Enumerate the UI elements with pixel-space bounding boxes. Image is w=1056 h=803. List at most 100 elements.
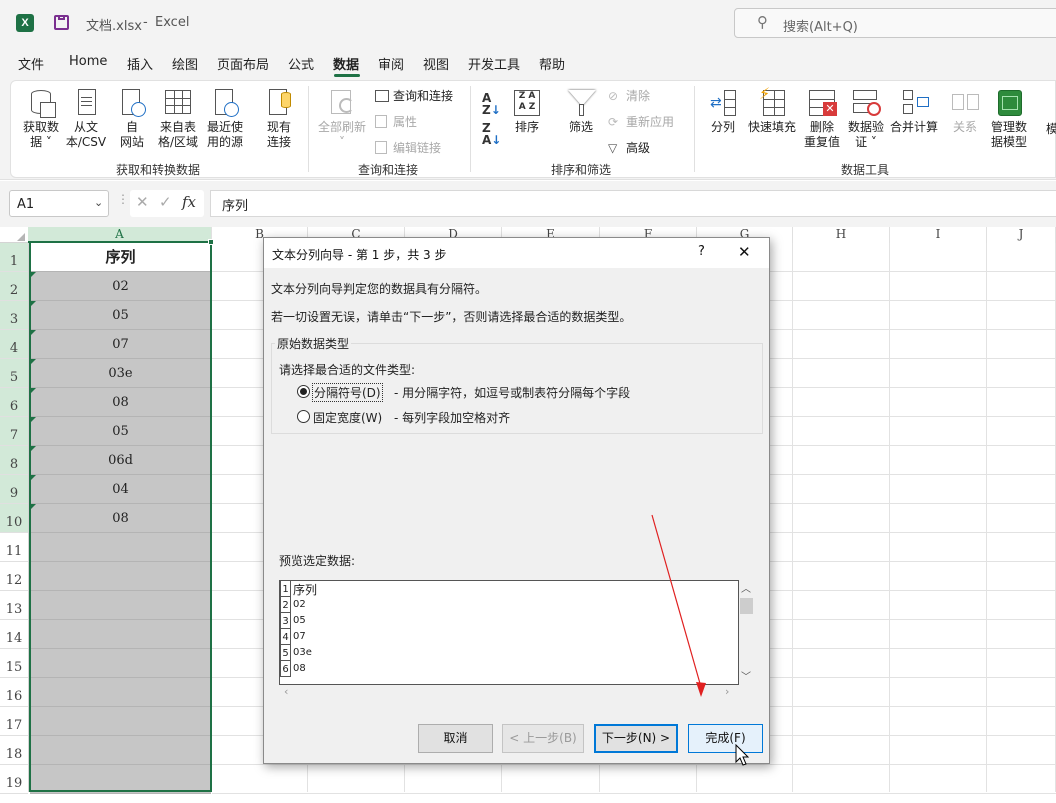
insert-function-icon[interactable]: fx bbox=[182, 193, 196, 211]
row-header[interactable]: 6 bbox=[0, 388, 28, 417]
row-header[interactable]: 18 bbox=[0, 736, 28, 765]
cancel-x-icon[interactable]: ✕ bbox=[136, 193, 149, 211]
row-header[interactable]: 1 bbox=[0, 243, 28, 272]
tab-insert[interactable]: 插入 bbox=[127, 54, 153, 73]
refresh-all-button[interactable]: 全部刷新 ˅ bbox=[316, 88, 368, 150]
save-icon[interactable] bbox=[54, 15, 69, 30]
name-box-value: A1 bbox=[17, 197, 35, 212]
confirm-check-icon[interactable]: ✓ bbox=[159, 193, 172, 211]
recent-sources-button[interactable]: 最近使 用的源 bbox=[204, 88, 246, 150]
from-table-button[interactable]: 来自表 格/区域 bbox=[156, 88, 200, 150]
text-to-columns-icon: ⇄ bbox=[708, 88, 738, 118]
preview-row-number: 5 bbox=[280, 645, 291, 661]
manage-data-model-button[interactable]: 管理数 据模型 bbox=[988, 88, 1030, 150]
row-header[interactable]: 7 bbox=[0, 417, 28, 446]
scroll-thumb[interactable] bbox=[740, 598, 753, 614]
sort-za-icon[interactable]: Z A↓ bbox=[482, 122, 501, 146]
advanced-filter-button[interactable]: ▽ 高级 bbox=[608, 139, 650, 156]
name-box[interactable]: A1 ⌄ bbox=[9, 190, 109, 217]
get-data-button[interactable]: 获取数 据 ˅ bbox=[20, 88, 62, 150]
existing-connections-button[interactable]: 现有 连接 bbox=[262, 88, 296, 150]
preview-row-text: 08 bbox=[293, 663, 306, 674]
preview-vscrollbar[interactable]: ︿ ﹀ bbox=[739, 580, 754, 685]
from-web-button[interactable]: 自 网站 bbox=[114, 88, 150, 150]
tab-help[interactable]: 帮助 bbox=[539, 54, 565, 73]
formula-input[interactable]: 序列 bbox=[210, 190, 1056, 217]
row-header[interactable]: 2 bbox=[0, 272, 28, 301]
sort-button[interactable]: Z AA Z 排序 bbox=[510, 88, 544, 135]
queries-connections-button[interactable]: 查询和连接 bbox=[375, 87, 453, 104]
groupbox-label: 原始数据类型 bbox=[275, 335, 352, 352]
from-text-csv-button[interactable]: 从文 本/CSV bbox=[64, 88, 108, 150]
preview-row-number: 4 bbox=[280, 629, 291, 645]
scroll-right-icon[interactable]: › bbox=[725, 685, 729, 698]
preview-row-text: 07 bbox=[293, 631, 306, 642]
tab-data[interactable]: 数据 bbox=[333, 54, 359, 73]
data-validation-button[interactable]: 数据验 证 ˅ bbox=[846, 88, 886, 150]
relationships-button[interactable]: 关系 bbox=[948, 88, 982, 135]
row-header[interactable]: 11 bbox=[0, 533, 28, 562]
search-icon: ⚲ bbox=[757, 13, 768, 31]
row-header[interactable]: 9 bbox=[0, 475, 28, 504]
next-button[interactable]: 下一步(N) > bbox=[594, 724, 678, 753]
close-icon[interactable]: ✕ bbox=[738, 243, 751, 261]
row-header[interactable]: 4 bbox=[0, 330, 28, 359]
row-header[interactable]: 13 bbox=[0, 591, 28, 620]
row-header[interactable]: 12 bbox=[0, 562, 28, 591]
text-to-columns-button[interactable]: ⇄ 分列 bbox=[706, 88, 740, 135]
gridline-horizontal bbox=[212, 793, 1056, 794]
filter-button[interactable]: 筛选 bbox=[564, 88, 598, 135]
row-header[interactable]: 3 bbox=[0, 301, 28, 330]
search-box[interactable]: ⚲ 搜索(Alt+Q) bbox=[734, 8, 1056, 38]
scroll-left-icon[interactable]: ‹ bbox=[284, 685, 288, 698]
consolidate-button[interactable]: 合并计算 bbox=[888, 88, 940, 135]
scroll-down-icon[interactable]: ﹀ bbox=[741, 668, 751, 683]
row-header[interactable]: 5 bbox=[0, 359, 28, 388]
selection-handle[interactable] bbox=[208, 239, 214, 245]
edit-links-button[interactable]: 编辑链接 bbox=[375, 139, 441, 156]
tab-draw[interactable]: 绘图 bbox=[172, 54, 198, 73]
fixed-width-label[interactable]: 固定宽度(W) bbox=[313, 409, 382, 426]
ribbon-cutoff-label: 模 bbox=[1046, 122, 1056, 136]
tab-developer[interactable]: 开发工具 bbox=[468, 54, 520, 73]
row-header[interactable]: 16 bbox=[0, 678, 28, 707]
scroll-up-icon[interactable]: ︿ bbox=[741, 580, 751, 595]
group-separator bbox=[470, 86, 471, 172]
clear-filter-button[interactable]: ⊘ 清除 bbox=[608, 87, 650, 104]
row-header[interactable]: 10 bbox=[0, 504, 28, 533]
row-header[interactable]: 17 bbox=[0, 707, 28, 736]
preview-row-text: 03e bbox=[293, 647, 312, 658]
sort-az-icon[interactable]: A Z↓ bbox=[482, 92, 501, 116]
row-header[interactable]: 15 bbox=[0, 649, 28, 678]
queries-icon bbox=[375, 90, 389, 102]
tab-page-layout[interactable]: 页面布局 bbox=[217, 54, 269, 73]
tab-view[interactable]: 视图 bbox=[423, 54, 449, 73]
row-header[interactable]: 14 bbox=[0, 620, 28, 649]
tab-formulas[interactable]: 公式 bbox=[288, 54, 314, 73]
group-queries-label: 查询和连接 bbox=[358, 163, 419, 177]
column-header[interactable]: J bbox=[987, 227, 1056, 243]
delimited-radio[interactable] bbox=[297, 385, 310, 398]
tab-file[interactable]: 文件 bbox=[18, 54, 44, 73]
column-header[interactable]: H bbox=[793, 227, 890, 243]
tab-home[interactable]: Home bbox=[69, 54, 107, 69]
corner-select-all[interactable] bbox=[0, 227, 28, 243]
tab-review[interactable]: 审阅 bbox=[378, 54, 404, 73]
properties-button[interactable]: 属性 bbox=[375, 113, 417, 130]
reapply-button[interactable]: ⟳ 重新应用 bbox=[608, 113, 674, 130]
delimited-label[interactable]: 分隔符号(D) bbox=[312, 383, 383, 402]
flash-fill-button[interactable]: ⚡ 快速填充 bbox=[746, 86, 798, 135]
clear-filter-icon: ⊘ bbox=[608, 89, 619, 103]
row-header[interactable]: 8 bbox=[0, 446, 28, 475]
finish-button[interactable]: 完成(F) bbox=[688, 724, 763, 753]
remove-duplicates-button[interactable]: ✕ 删除 重复值 bbox=[802, 88, 842, 150]
funnel-icon bbox=[566, 88, 596, 118]
row-header[interactable]: 19 bbox=[0, 765, 28, 794]
column-header[interactable]: I bbox=[890, 227, 987, 243]
help-button[interactable]: ? bbox=[698, 244, 705, 259]
back-button[interactable]: < 上一步(B) bbox=[502, 724, 584, 753]
cancel-button[interactable]: 取消 bbox=[418, 724, 493, 753]
title-separator: - bbox=[143, 15, 148, 30]
chevron-down-icon[interactable]: ⌄ bbox=[94, 196, 103, 209]
fixed-width-radio[interactable] bbox=[297, 410, 310, 423]
